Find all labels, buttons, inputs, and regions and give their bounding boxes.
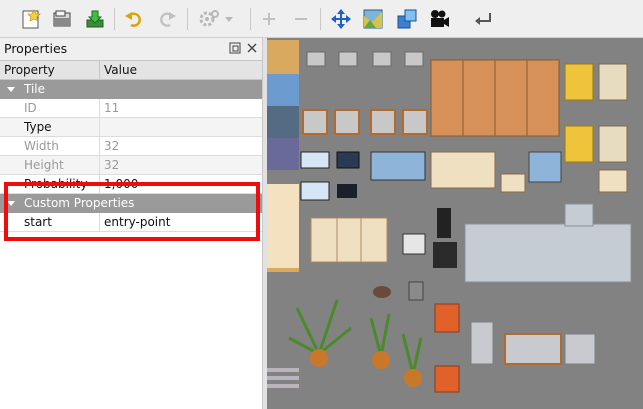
toolbar-separator xyxy=(187,8,188,30)
open-file-button[interactable] xyxy=(49,6,75,32)
float-panel-button[interactable] xyxy=(228,41,241,54)
undo-button[interactable] xyxy=(121,6,147,32)
property-key: Height xyxy=(24,158,64,172)
value-column-header[interactable]: Value xyxy=(104,63,137,77)
close-panel-button[interactable] xyxy=(245,41,258,54)
property-value: 32 xyxy=(104,139,120,153)
float-window-icon xyxy=(229,42,240,53)
new-tileset-button[interactable] xyxy=(18,6,44,32)
property-grid: Property Value Tile ID 11 Type Width 32 … xyxy=(0,60,262,409)
add-icon xyxy=(263,13,275,25)
settings-dropdown-button[interactable] xyxy=(196,6,236,32)
property-column-header[interactable]: Property xyxy=(4,63,55,77)
move-button[interactable] xyxy=(328,6,354,32)
settings-gear-icon xyxy=(199,10,233,27)
property-value-field[interactable]: entry-point xyxy=(104,215,170,229)
camera-button[interactable] xyxy=(426,6,452,32)
property-value-field[interactable]: 1,000 xyxy=(104,177,138,191)
property-row-start[interactable]: start entry-point xyxy=(0,213,262,232)
open-file-icon xyxy=(53,10,71,27)
property-value: 32 xyxy=(104,158,120,172)
group-header-tile[interactable]: Tile xyxy=(0,80,262,99)
close-icon xyxy=(247,43,256,52)
tileset-image[interactable] xyxy=(267,38,643,409)
property-key: Type xyxy=(24,120,52,134)
shapes-button[interactable] xyxy=(394,6,420,32)
property-row-height[interactable]: Height 32 xyxy=(0,156,262,175)
return-button[interactable] xyxy=(470,6,496,32)
terrain-button[interactable] xyxy=(360,6,386,32)
export-button[interactable] xyxy=(82,6,108,32)
group-label: Custom Properties xyxy=(24,196,135,210)
tileset-view[interactable] xyxy=(267,38,643,409)
collapse-triangle-icon[interactable] xyxy=(7,87,15,92)
main-toolbar xyxy=(0,0,643,38)
property-key: Width xyxy=(24,139,59,153)
add-button[interactable] xyxy=(256,6,282,32)
property-value: 11 xyxy=(104,101,120,115)
export-icon xyxy=(86,10,104,28)
return-arrow-icon xyxy=(475,13,491,25)
redo-icon xyxy=(160,12,176,27)
property-row-width[interactable]: Width 32 xyxy=(0,137,262,156)
remove-button[interactable] xyxy=(288,6,314,32)
remove-icon xyxy=(295,18,307,20)
move-arrows-icon xyxy=(331,9,351,29)
grid-header: Property Value xyxy=(0,61,262,80)
property-key: Probability xyxy=(24,177,88,191)
group-header-custom-properties[interactable]: Custom Properties xyxy=(0,194,262,213)
property-row-id[interactable]: ID 11 xyxy=(0,99,262,118)
movie-camera-icon xyxy=(431,10,449,27)
properties-panel: Properties Property Value Tile ID 11 Typ… xyxy=(0,38,262,409)
shapes-icon xyxy=(397,9,417,29)
property-row-type[interactable]: Type xyxy=(0,118,262,137)
chevron-down-icon xyxy=(225,17,233,22)
property-row-probability[interactable]: Probability 1,000 xyxy=(0,175,262,194)
toolbar-separator xyxy=(320,8,321,30)
property-key: start xyxy=(24,215,52,229)
toolbar-separator xyxy=(114,8,115,30)
terrain-icon xyxy=(363,9,383,29)
toolbar-separator xyxy=(250,8,251,30)
undo-icon xyxy=(125,12,141,27)
property-key: ID xyxy=(24,101,37,115)
collapse-triangle-icon[interactable] xyxy=(7,201,15,206)
new-tileset-icon xyxy=(22,9,41,29)
panel-title: Properties xyxy=(4,41,68,56)
redo-button[interactable] xyxy=(154,6,180,32)
group-label: Tile xyxy=(24,82,46,96)
